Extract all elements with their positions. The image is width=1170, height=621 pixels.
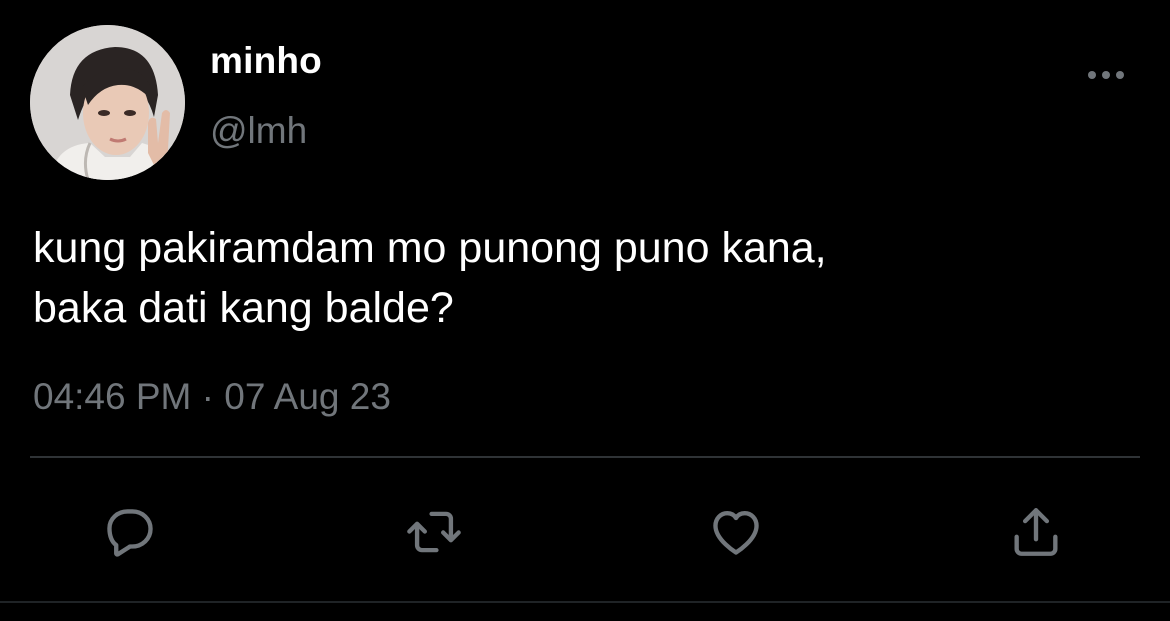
share-icon (1014, 508, 1058, 556)
retweet-icon (407, 511, 461, 553)
more-icon[interactable] (1086, 68, 1126, 82)
user-handle[interactable]: @lmh (210, 110, 307, 152)
timestamp[interactable]: 04:46 PM · 07 Aug 23 (33, 376, 391, 418)
tweet-text: kung pakiramdam mo punong puno kana, bak… (33, 218, 1133, 338)
heart-icon (713, 510, 759, 555)
retweet-button[interactable] (402, 500, 466, 564)
share-button[interactable] (1004, 500, 1068, 564)
reply-icon (107, 509, 153, 557)
avatar-photo (30, 25, 185, 180)
tweet-text-line: kung pakiramdam mo punong puno kana, (33, 224, 827, 272)
tweet-text-line: baka dati kang balde? (33, 284, 454, 332)
divider (30, 456, 1140, 458)
display-name[interactable]: minho (210, 40, 322, 82)
avatar[interactable] (30, 25, 185, 180)
like-button[interactable] (704, 500, 768, 564)
bottom-divider (0, 601, 1170, 603)
reply-button[interactable] (98, 500, 162, 564)
